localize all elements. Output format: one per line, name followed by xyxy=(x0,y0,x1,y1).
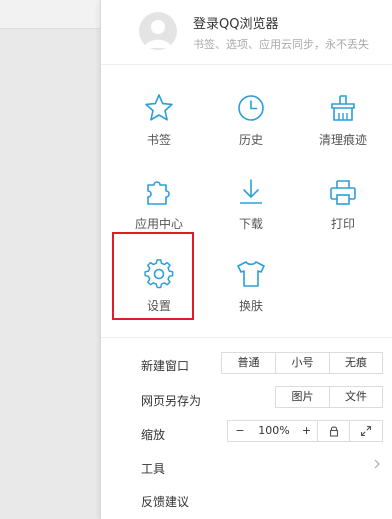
broom-icon xyxy=(331,95,355,121)
print-button[interactable]: 打印 xyxy=(301,177,385,249)
download-label: 下载 xyxy=(238,217,263,231)
tools-menu-item[interactable]: 工具 xyxy=(141,460,165,477)
feedback-menu-item[interactable]: 反馈建议 xyxy=(141,493,189,510)
new-window-label: 新建窗口 xyxy=(141,359,190,373)
fullscreen-button[interactable] xyxy=(350,421,382,441)
zoom-controls: − 100% + xyxy=(227,420,383,442)
settings-highlight-box xyxy=(112,232,194,320)
zoom-in-button[interactable]: + xyxy=(296,421,318,441)
tshirt-icon xyxy=(237,261,265,287)
history-button[interactable]: 历史 xyxy=(209,93,293,165)
zoom-value: 100% xyxy=(258,424,290,437)
clear-traces-label: 清理痕迹 xyxy=(318,133,367,147)
clear-traces-button[interactable]: 清理痕迹 xyxy=(301,93,385,165)
print-label: 打印 xyxy=(330,217,355,231)
save-page-label: 网页另存为 xyxy=(141,394,202,408)
star-icon xyxy=(145,94,173,121)
new-window-normal-button[interactable]: 普通 xyxy=(222,353,276,373)
zoom-out-button[interactable]: − xyxy=(228,421,252,441)
default-avatar-icon xyxy=(144,20,172,48)
lock-icon xyxy=(329,426,338,437)
bookmarks-label: 书签 xyxy=(146,133,171,147)
bookmarks-button[interactable]: 书签 xyxy=(117,93,201,165)
download-icon xyxy=(240,179,262,204)
skin-label: 换肤 xyxy=(238,299,263,313)
background-toolbar xyxy=(0,0,100,29)
zoom-label: 缩放 xyxy=(141,428,166,442)
background-page xyxy=(0,0,100,519)
chevron-right-icon xyxy=(374,459,380,469)
save-as-image-button[interactable]: 图片 xyxy=(276,387,330,407)
app-center-label: 应用中心 xyxy=(134,217,183,231)
login-subtitle: 书签、选项、应用云同步，永不丢失 xyxy=(193,38,369,51)
lock-zoom-button[interactable] xyxy=(318,421,350,441)
new-window-small-button[interactable]: 小号 xyxy=(276,353,330,373)
new-window-options: 普通 小号 无痕 xyxy=(221,352,383,374)
login-title[interactable]: 登录QQ浏览器 xyxy=(193,13,278,32)
history-label: 历史 xyxy=(238,133,263,147)
printer-icon xyxy=(330,180,356,205)
new-window-incognito-button[interactable]: 无痕 xyxy=(330,353,382,373)
avatar[interactable] xyxy=(139,12,177,50)
skin-button[interactable]: 换肤 xyxy=(209,259,293,331)
login-section[interactable]: 登录QQ浏览器 书签、选项、应用云同步，永不丢失 xyxy=(101,0,392,65)
divider xyxy=(101,337,392,338)
puzzle-icon xyxy=(147,181,170,205)
expand-icon xyxy=(360,425,372,437)
save-as-file-button[interactable]: 文件 xyxy=(330,387,382,407)
download-button[interactable]: 下载 xyxy=(209,177,293,249)
save-page-options: 图片 文件 xyxy=(275,386,383,408)
clock-icon xyxy=(238,95,264,121)
